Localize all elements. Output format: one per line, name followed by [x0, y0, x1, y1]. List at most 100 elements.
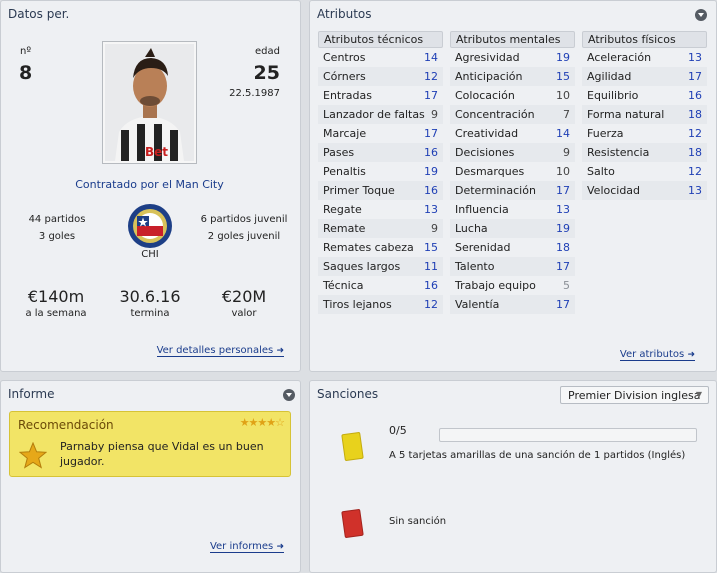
attribute-row: Penaltis 19 [318, 162, 443, 181]
big-star-icon [18, 441, 48, 472]
attribute-row: Desmarques 10 [450, 162, 575, 181]
attribute-name: Influencia [455, 203, 509, 216]
yellow-card-count: 0/5 [389, 424, 407, 437]
attribute-row: Serenidad 18 [450, 238, 575, 257]
attribute-value: 14 [424, 51, 438, 64]
view-personal-details-link[interactable]: Ver detalles personales ➜ [156, 345, 284, 357]
attribute-value: 9 [431, 222, 438, 235]
attribute-value: 17 [556, 298, 570, 311]
attribute-name: Penaltis [323, 165, 366, 178]
view-attributes-label: Ver atributos [619, 349, 685, 360]
attribute-row: Creatividad 14 [450, 124, 575, 143]
arrow-right-icon: ➜ [276, 542, 284, 552]
attribute-row: Regate 13 [318, 200, 443, 219]
attribute-name: Equilibrio [587, 89, 639, 102]
view-attributes-link[interactable]: Ver atributos ➜ [619, 349, 695, 361]
attribute-name: Lucha [455, 222, 488, 235]
recommendation-box: Recomendación ★★★★☆ Parnaby piensa que V… [9, 411, 291, 477]
attribute-value: 16 [424, 279, 438, 292]
view-reports-link[interactable]: Ver informes ➜ [209, 541, 284, 553]
attribute-row: Concentración 7 [450, 105, 575, 124]
collapse-report-icon[interactable] [283, 389, 295, 401]
competition-select-label: Premier Division inglesa [568, 389, 701, 402]
attribute-name: Tiros lejanos [323, 298, 392, 311]
collapse-attributes-icon[interactable] [695, 9, 707, 21]
attribute-value: 17 [556, 260, 570, 273]
attribute-value: 13 [556, 203, 570, 216]
nation-flag-icon [127, 203, 173, 249]
attribute-value: 13 [688, 51, 702, 64]
youth-goals: 2 goles juvenil [207, 231, 281, 242]
attribute-value: 18 [556, 241, 570, 254]
attribute-name: Valentía [455, 298, 500, 311]
age-label: edad [255, 46, 280, 57]
attribute-name: Primer Toque [323, 184, 395, 197]
attribute-value: 12 [424, 298, 438, 311]
wage-label: a la semana [25, 308, 87, 319]
attribute-value: 18 [688, 108, 702, 121]
birth-date: 22.5.1987 [229, 88, 280, 99]
attribute-name: Determinación [455, 184, 536, 197]
attribute-row: Resistencia 18 [582, 143, 707, 162]
attribute-value: 5 [563, 279, 570, 292]
chevron-down-icon: ▼ [695, 390, 702, 399]
sanctions-panel: Sanciones [309, 380, 717, 573]
attribute-row: Aceleración 13 [582, 48, 707, 67]
sanctions-title: Sanciones [317, 387, 379, 401]
attribute-value: 17 [688, 70, 702, 83]
attribute-row: Trabajo equipo 5 [450, 276, 575, 295]
attribute-row: Determinación 17 [450, 181, 575, 200]
rating-stars-icon: ★★★★☆ [239, 416, 285, 429]
personal-details-panel: Datos per. nº 8 Bet edad 25 22.5.1987 Co… [0, 0, 301, 372]
contract-end-label: termina [130, 308, 170, 319]
attribute-row: Entradas 17 [318, 86, 443, 105]
attribute-name: Trabajo equipo [455, 279, 536, 292]
senior-matches: 44 partidos [28, 214, 86, 225]
attribute-value: 18 [688, 146, 702, 159]
nation-code: CHI [141, 249, 159, 260]
attribute-row: Remate 9 [318, 219, 443, 238]
attribute-name: Regate [323, 203, 362, 216]
attribute-row: Salto 12 [582, 162, 707, 181]
attribute-value: 13 [424, 203, 438, 216]
player-photo: Bet [102, 41, 197, 164]
attribute-name: Decisiones [455, 146, 515, 159]
attribute-row: Valentía 17 [450, 295, 575, 314]
attribute-value: 12 [688, 165, 702, 178]
attribute-name: Agilidad [587, 70, 632, 83]
attribute-value: 11 [424, 260, 438, 273]
arrow-right-icon: ➜ [687, 350, 695, 360]
attribute-name: Salto [587, 165, 615, 178]
technical-header: Atributos técnicos [318, 31, 443, 48]
attribute-name: Córners [323, 70, 366, 83]
technical-attributes: Atributos técnicos Centros 14 Córners 12 Ent… [318, 31, 443, 314]
attribute-name: Técnica [323, 279, 364, 292]
contract-club-link[interactable]: Contratado por el Man City [1, 178, 298, 191]
market-value: €20M [221, 287, 267, 306]
attribute-name: Desmarques [455, 165, 525, 178]
player-avatar-icon: Bet [105, 44, 194, 161]
red-card-icon [341, 508, 364, 539]
recommendation-title: Recomendación [18, 418, 114, 432]
attribute-name: Pases [323, 146, 355, 159]
attribute-value: 19 [424, 165, 438, 178]
attribute-value: 19 [556, 222, 570, 235]
attribute-value: 10 [556, 165, 570, 178]
attribute-row: Tiros lejanos 12 [318, 295, 443, 314]
attribute-name: Concentración [455, 108, 535, 121]
attribute-value: 17 [424, 127, 438, 140]
attribute-value: 15 [556, 70, 570, 83]
attribute-value: 9 [563, 146, 570, 159]
competition-select[interactable]: Premier Division inglesa ▼ [560, 386, 709, 404]
attribute-name: Aceleración [587, 51, 652, 64]
player-age: 25 [253, 62, 280, 84]
number-label: nº [20, 46, 32, 57]
attribute-row: Centros 14 [318, 48, 443, 67]
attribute-value: 12 [688, 127, 702, 140]
attribute-name: Colocación [455, 89, 515, 102]
attributes-panel: Atributos Atributos técnicos Centros 14 Có… [309, 0, 717, 372]
attribute-row: Decisiones 9 [450, 143, 575, 162]
attribute-value: 16 [424, 146, 438, 159]
attribute-row: Velocidad 13 [582, 181, 707, 200]
attribute-name: Entradas [323, 89, 372, 102]
